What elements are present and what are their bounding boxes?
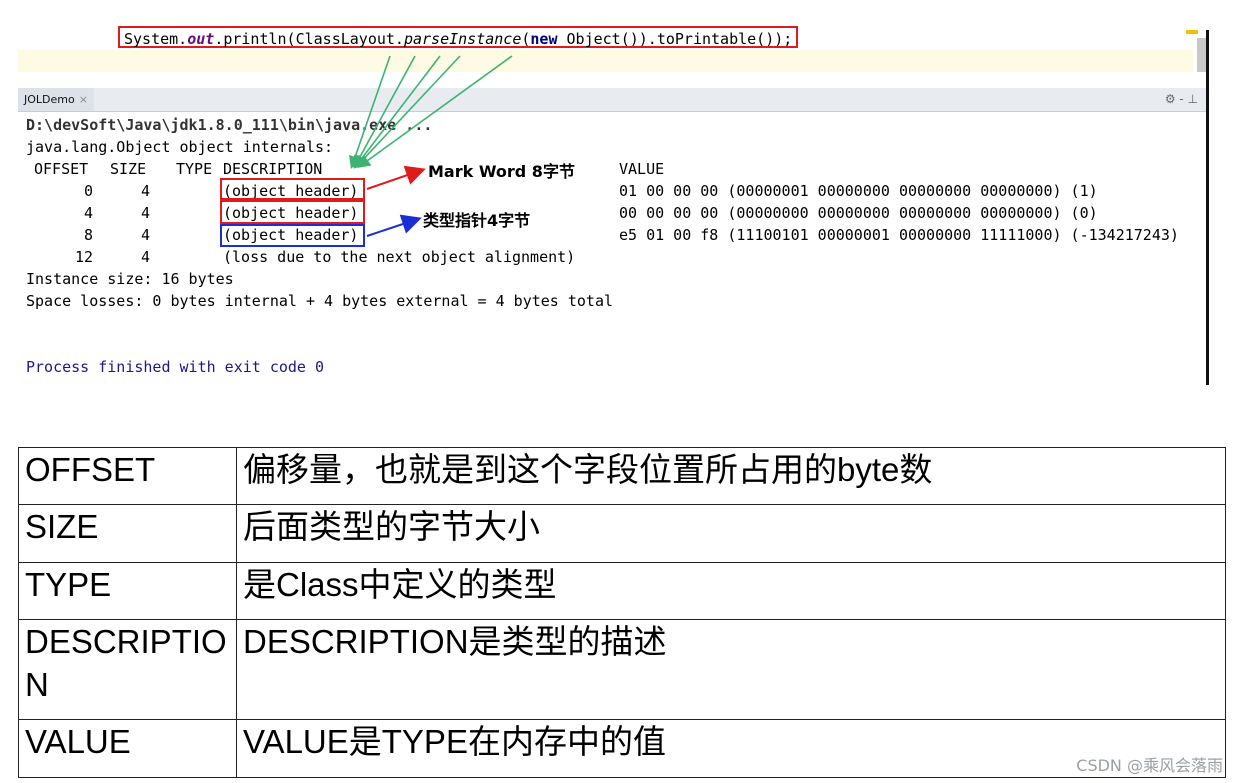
- editor-scrollbar[interactable]: [1197, 38, 1206, 72]
- row-offset: 4: [83, 204, 93, 222]
- definition-table: OFFSET 偏移量，也就是到这个字段位置所占用的byte数 SIZE 后面类型…: [18, 447, 1226, 778]
- row-offset: 0: [83, 182, 93, 200]
- code-token: System.: [124, 30, 188, 48]
- row-description: (loss due to the next object alignment): [223, 248, 576, 266]
- process-finished-line: Process finished with exit code 0: [26, 358, 325, 376]
- code-editor[interactable]: System.out.println(ClassLayout.parseInst…: [18, 22, 1208, 88]
- term-cell: VALUE: [18, 719, 237, 778]
- table-row: VALUE VALUE是TYPE在内存中的值: [18, 719, 1226, 778]
- table-row: TYPE 是Class中定义的类型: [18, 562, 1226, 620]
- console-header-line: java.lang.Object object internals:: [26, 138, 334, 156]
- term-cell: OFFSET: [18, 447, 237, 505]
- term-cell: TYPE: [18, 562, 237, 620]
- space-losses-line: Space losses: 0 bytes internal + 4 bytes…: [26, 292, 613, 310]
- type-pointer-annotation: 类型指针4字节: [423, 211, 531, 230]
- column-description: DESCRIPTION: [223, 160, 323, 178]
- desc-cell: 偏移量，也就是到这个字段位置所占用的byte数: [236, 447, 1226, 505]
- code-token-keyword: new: [530, 30, 558, 48]
- close-icon[interactable]: ×: [79, 93, 88, 106]
- code-token-method: parseInstance: [403, 30, 522, 48]
- row-size: 4: [140, 204, 150, 222]
- tab-label: JOLDemo: [24, 93, 75, 106]
- table-row: SIZE 后面类型的字节大小: [18, 504, 1226, 563]
- row-value: 01 00 00 00 (00000001 00000000 00000000 …: [619, 182, 1098, 200]
- term-cell: SIZE: [18, 504, 237, 563]
- console-output[interactable]: D:\devSoft\Java\jdk1.8.0_111\bin\java.ex…: [18, 112, 1208, 384]
- row-size: 4: [140, 182, 150, 200]
- code-token: .println(ClassLayout.: [214, 30, 404, 48]
- row-size: 4: [140, 226, 150, 244]
- code-token: Object()).toPrintable());: [557, 30, 793, 48]
- instance-size-line: Instance size: 16 bytes: [26, 270, 234, 288]
- gear-icon[interactable]: ⚙ - ⊥: [1165, 92, 1198, 106]
- row-offset: 8: [83, 226, 93, 244]
- watermark: CSDN @乘风会落雨: [1076, 756, 1223, 775]
- desc-cell: 是Class中定义的类型: [236, 562, 1226, 620]
- row-size: 4: [140, 248, 150, 266]
- column-size: SIZE: [110, 160, 147, 178]
- term-cell: DESCRIPTION: [18, 619, 237, 720]
- row-offset: 12: [74, 248, 93, 266]
- table-row: DESCRIPTION DESCRIPTION是类型的描述: [18, 619, 1226, 720]
- type-pointer-box: [220, 224, 365, 247]
- warning-marker[interactable]: [1186, 30, 1198, 34]
- mark-word-annotation: Mark Word 8字节: [428, 162, 575, 181]
- panel-divider: [1206, 30, 1209, 385]
- table-row: OFFSET 偏移量，也就是到这个字段位置所占用的byte数: [18, 447, 1226, 505]
- run-tab-bar: JOLDemo × ⚙ - ⊥: [18, 88, 1208, 112]
- desc-cell: DESCRIPTION是类型的描述: [236, 619, 1226, 720]
- row-value: e5 01 00 f8 (11100101 00000001 00000000 …: [619, 226, 1179, 244]
- console-command-line: D:\devSoft\Java\jdk1.8.0_111\bin\java.ex…: [26, 116, 433, 134]
- mark-word-box-1: [220, 178, 365, 200]
- row-value: 00 00 00 00 (00000000 00000000 00000000 …: [619, 204, 1098, 222]
- current-line-highlight: [18, 50, 1193, 72]
- code-token-field: out: [187, 30, 215, 48]
- column-value: VALUE: [619, 160, 665, 178]
- column-type: TYPE: [176, 160, 213, 178]
- mark-word-box-2: [220, 200, 365, 224]
- desc-cell: 后面类型的字节大小: [236, 504, 1226, 563]
- code-line-println[interactable]: System.out.println(ClassLayout.parseInst…: [118, 26, 799, 48]
- column-offset: OFFSET: [34, 160, 89, 178]
- tab-joldemo[interactable]: JOLDemo ×: [18, 88, 94, 111]
